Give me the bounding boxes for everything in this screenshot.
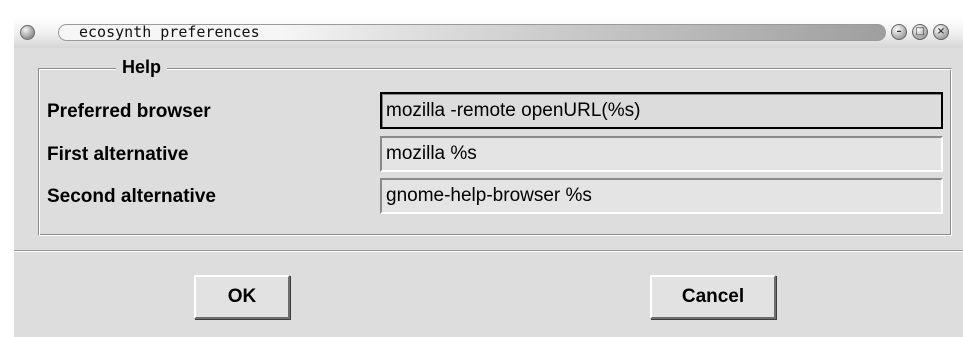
first-alternative-input[interactable] — [380, 136, 943, 172]
title-pill: ecosynth preferences — [58, 24, 886, 41]
close-icon[interactable]: × — [933, 24, 949, 40]
first-alternative-label: First alternative — [47, 144, 189, 165]
second-alternative-label: Second alternative — [47, 186, 216, 207]
ok-button[interactable]: OK — [194, 275, 290, 319]
window-menu-icon[interactable] — [20, 25, 35, 40]
maximize-icon[interactable]: □ — [912, 24, 928, 40]
preferred-browser-input[interactable] — [380, 92, 943, 129]
preferred-browser-label: Preferred browser — [47, 101, 211, 122]
window-title: ecosynth preferences — [79, 23, 260, 41]
title-bar[interactable]: ecosynth preferences – □ × — [14, 16, 963, 48]
minimize-icon[interactable]: – — [891, 24, 907, 40]
button-separator — [14, 250, 963, 252]
cancel-button[interactable]: Cancel — [650, 275, 776, 319]
help-frame-title: Help — [116, 56, 168, 78]
second-alternative-input[interactable] — [380, 178, 943, 214]
preferences-dialog: ecosynth preferences – □ × Help Preferre… — [14, 16, 963, 337]
